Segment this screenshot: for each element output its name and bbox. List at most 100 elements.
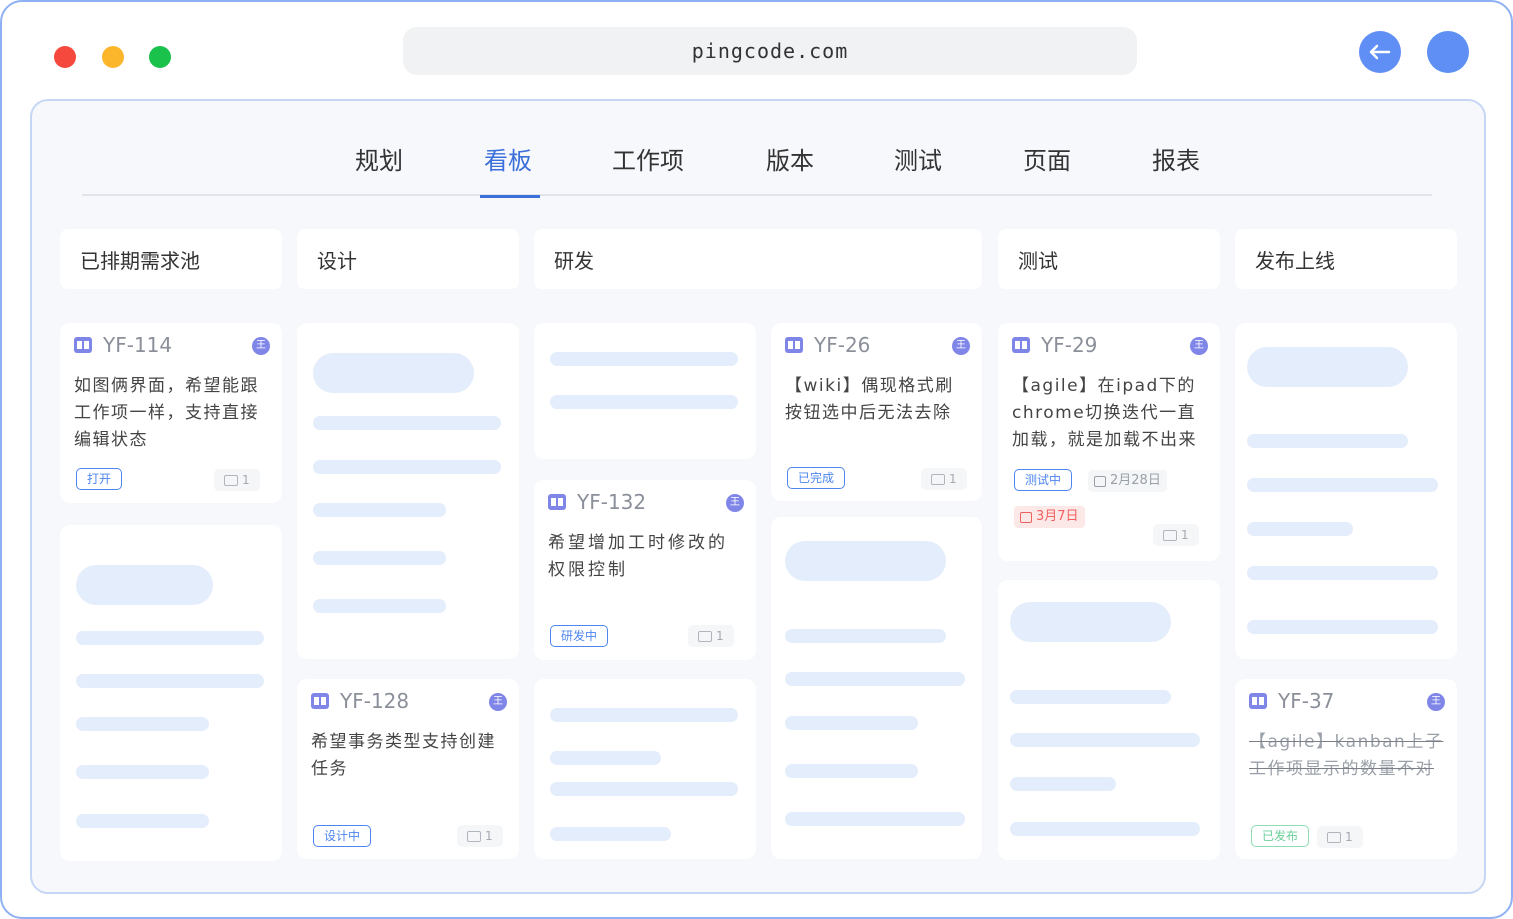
skeleton-bar [550,395,738,409]
comment-count[interactable]: 1 [457,825,503,847]
work-item-card-yf37[interactable]: YF-37 王 【agile】kanban上子 工作项显示的数量不对 已发布 1 [1235,679,1457,859]
skeleton-bar [1247,522,1353,536]
status-badge[interactable]: 研发中 [550,625,609,647]
tab-pages[interactable]: 页面 [1023,141,1071,176]
arrow-left-icon [1369,44,1391,60]
due-date-overdue[interactable]: 3月7日 [1014,506,1085,528]
skeleton-bar [1247,620,1438,634]
work-item-card-yf29[interactable]: YF-29 王 【agile】在ipad下的 chrome切换迭代一直 加载，就… [998,323,1220,561]
assignee-avatar[interactable]: 王 [489,693,507,711]
skeleton-bar [313,503,446,517]
card-title: 希望增加工时修改的 权限控制 [548,530,728,584]
story-icon [311,693,329,709]
tab-divider [82,194,1432,196]
column-header-release: 发布上线 [1235,229,1457,289]
status-badge[interactable]: 设计中 [313,825,372,847]
comment-count[interactable]: 1 [214,469,260,491]
close-window-dot[interactable] [54,46,76,68]
tab-reports[interactable]: 报表 [1152,141,1200,176]
tab-testing[interactable]: 测试 [894,141,942,176]
placeholder-card [534,679,756,859]
active-tab-indicator [480,195,540,198]
skeleton-bar [76,814,209,828]
comment-count[interactable]: 1 [921,468,967,490]
skeleton-bar [313,460,501,474]
card-title: 【agile】在ipad下的 chrome切换迭代一直 加载，就是加载不出来 [1012,373,1197,454]
comment-count-text: 1 [485,829,493,843]
column-header-testing: 测试 [998,229,1220,289]
skeleton-bar [313,416,501,430]
assignee-avatar[interactable]: 王 [952,337,970,355]
story-icon [785,337,803,353]
story-icon [74,337,92,353]
placeholder-card [297,323,519,659]
minimize-window-dot[interactable] [102,46,124,68]
work-item-card-yf128[interactable]: YF-128 王 希望事务类型支持创建 任务 设计中 1 [297,679,519,859]
skeleton-bar [1010,733,1200,747]
comment-count[interactable]: 1 [1153,524,1199,546]
skeleton-bar [76,674,264,688]
card-title-line: 【wiki】偶现格式刷 [785,376,954,396]
work-item-card-yf132[interactable]: YF-132 王 希望增加工时修改的 权限控制 研发中 1 [534,480,756,660]
skeleton-bar [550,352,738,366]
comment-icon [1327,831,1341,843]
placeholder-card [771,517,982,859]
skeleton-bar [313,551,446,565]
url-bar[interactable]: pingcode.com [403,27,1137,75]
work-item-card-yf26[interactable]: YF-26 王 【wiki】偶现格式刷 按钮选中后无法去除 已完成 1 [771,323,982,501]
browser-window: pingcode.com 规划 看板 工作项 版本 测试 页面 报表 已排期需求… [0,0,1513,919]
comment-icon [224,474,238,486]
skeleton-bar [1010,777,1116,791]
comment-count-text: 1 [1345,830,1353,844]
assignee-avatar[interactable]: 王 [252,337,270,355]
status-badge[interactable]: 已完成 [787,467,846,489]
start-date[interactable]: 2月28日 [1088,470,1167,492]
calendar-icon [1020,511,1032,523]
status-badge[interactable]: 已发布 [1251,825,1310,847]
card-title-line: 希望增加工时修改的 [548,533,728,553]
skeleton-bar [785,812,965,826]
calendar-icon [1094,475,1106,487]
skeleton-bar [550,827,671,841]
tab-versions[interactable]: 版本 [766,141,814,176]
maximize-window-dot[interactable] [149,46,171,68]
work-item-card-yf114[interactable]: YF-114 王 如图俩界面，希望能跟 工作项一样，支持直接 编辑状态 打开 1 [60,323,282,503]
due-date-text: 3月7日 [1036,509,1079,524]
status-badge[interactable]: 测试中 [1014,469,1073,491]
skeleton-bar [550,782,738,796]
card-title-line: 任务 [311,759,348,779]
skeleton-pill [785,541,946,581]
comment-count[interactable]: 1 [1317,826,1363,848]
column-header-design: 设计 [297,229,519,289]
skeleton-bar [785,672,965,686]
tab-kanban[interactable]: 看板 [484,141,532,176]
skeleton-bar [785,629,946,643]
tab-planning[interactable]: 规划 [355,141,403,176]
user-avatar-button[interactable] [1427,31,1469,73]
skeleton-bar [76,631,264,645]
assignee-avatar[interactable]: 王 [1190,337,1208,355]
start-date-text: 2月28日 [1110,473,1161,488]
skeleton-bar [785,716,918,730]
comment-count[interactable]: 1 [688,625,734,647]
comment-icon [467,830,481,842]
comment-icon [698,630,712,642]
comment-icon [931,473,945,485]
back-button[interactable] [1359,31,1401,73]
comment-count-text: 1 [1181,528,1189,542]
status-badge[interactable]: 打开 [76,468,123,490]
assignee-avatar[interactable]: 王 [1427,693,1445,711]
assignee-avatar[interactable]: 王 [726,494,744,512]
card-title-line: 工作项显示的数量不对 [1249,759,1434,779]
card-title-line: 按钮选中后无法去除 [785,403,952,423]
card-title: 希望事务类型支持创建 任务 [311,729,496,783]
card-title: 如图俩界面，希望能跟 工作项一样，支持直接 编辑状态 [74,373,259,454]
skeleton-pill [313,353,474,393]
story-icon [548,494,566,510]
card-id: YF-114 [74,333,172,357]
skeleton-bar [313,599,446,613]
skeleton-bar [76,765,209,779]
tab-work-items[interactable]: 工作项 [612,141,684,176]
skeleton-pill [1247,347,1408,387]
skeleton-bar [1247,478,1438,492]
